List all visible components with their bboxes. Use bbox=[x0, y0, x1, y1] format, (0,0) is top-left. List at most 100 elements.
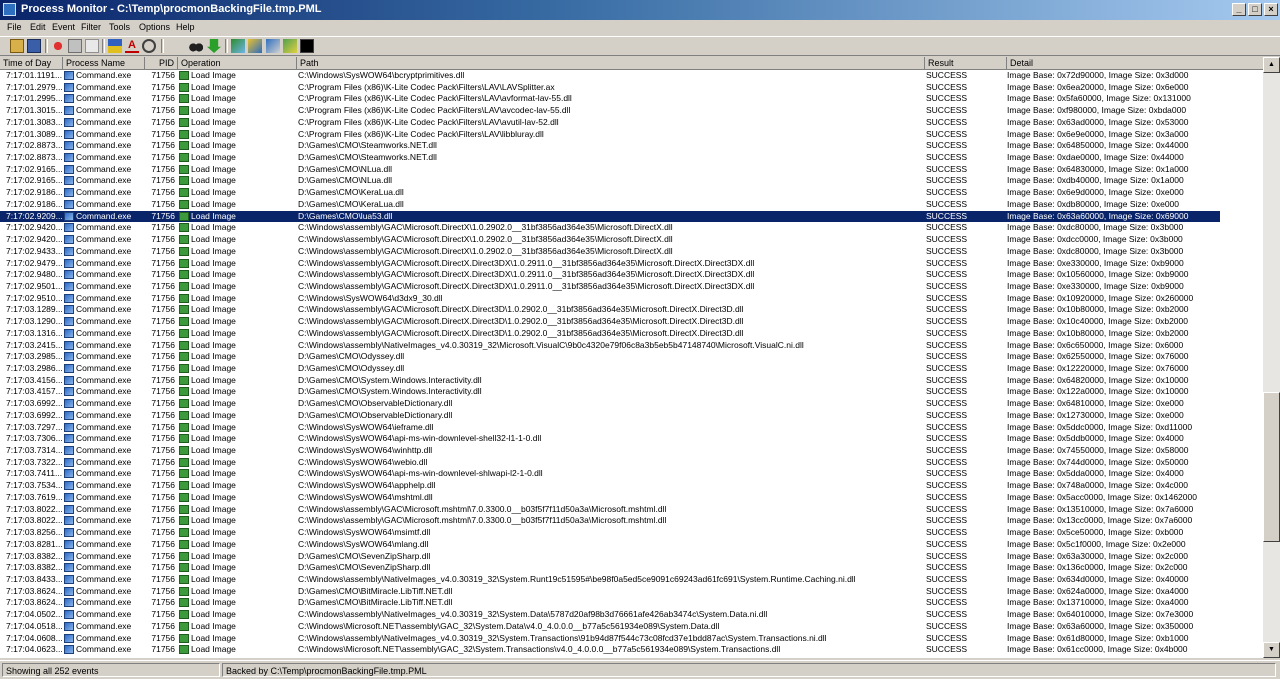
table-row[interactable]: 7:17:02.9209... Command.exe 71756 Load Imag… bbox=[0, 210, 1220, 223]
table-row[interactable]: 7:17:04.0518... Command.exe 71756 Load Imag… bbox=[0, 621, 1220, 633]
col-detail[interactable]: Detail bbox=[1007, 57, 1263, 69]
col-operation[interactable]: Operation bbox=[178, 57, 297, 69]
table-row[interactable]: 7:17:02.9420... Command.exe 71756 Load Imag… bbox=[0, 222, 1220, 234]
scroll-thumb[interactable] bbox=[1263, 392, 1280, 542]
result-cell: SUCCESS bbox=[926, 585, 968, 596]
table-row[interactable]: 7:17:03.8382... Command.exe 71756 Load Imag… bbox=[0, 562, 1220, 574]
table-row[interactable]: 7:17:03.8022... Command.exe 71756 Load Imag… bbox=[0, 504, 1220, 516]
table-row[interactable]: 7:17:03.6992... Command.exe 71756 Load Imag… bbox=[0, 398, 1220, 410]
table-row[interactable]: 7:17:02.9433... Command.exe 71756 Load Imag… bbox=[0, 246, 1220, 258]
scroll-down-icon[interactable]: ▼ bbox=[1263, 642, 1280, 658]
table-row[interactable]: 7:17:03.8624... Command.exe 71756 Load Imag… bbox=[0, 586, 1220, 598]
maximize-button[interactable]: □ bbox=[1248, 3, 1262, 16]
table-row[interactable]: 7:17:03.7306... Command.exe 71756 Load Imag… bbox=[0, 433, 1220, 445]
filesystem-icon[interactable] bbox=[248, 39, 262, 53]
table-row[interactable]: 7:17:02.9165... Command.exe 71756 Load Imag… bbox=[0, 175, 1220, 187]
table-row[interactable]: 7:17:03.7619... Command.exe 71756 Load Imag… bbox=[0, 492, 1220, 504]
table-row[interactable]: 7:17:02.9501... Command.exe 71756 Load Imag… bbox=[0, 281, 1220, 293]
table-row[interactable]: 7:17:03.7322... Command.exe 71756 Load Imag… bbox=[0, 457, 1220, 469]
table-row[interactable]: 7:17:01.3083... Command.exe 71756 Load Imag… bbox=[0, 117, 1220, 129]
pid-cell: 71756 bbox=[151, 316, 175, 327]
autoscroll-icon[interactable] bbox=[68, 39, 82, 53]
col-path[interactable]: Path bbox=[297, 57, 925, 69]
table-row[interactable]: 7:17:03.7411... Command.exe 71756 Load Imag… bbox=[0, 468, 1220, 480]
process-name-cell: Command.exe bbox=[76, 409, 132, 420]
table-row[interactable]: 7:17:01.3089... Command.exe 71756 Load Imag… bbox=[0, 129, 1220, 141]
table-row[interactable]: 7:17:02.9420... Command.exe 71756 Load Imag… bbox=[0, 234, 1220, 246]
capture-icon[interactable] bbox=[51, 39, 65, 53]
table-row[interactable]: 7:17:02.9186... Command.exe 71756 Load Imag… bbox=[0, 187, 1220, 199]
load-image-icon bbox=[179, 246, 189, 256]
menu-filter[interactable]: Filter bbox=[81, 22, 101, 32]
operation-cell: Load Image bbox=[191, 573, 236, 584]
network-icon[interactable] bbox=[266, 39, 280, 53]
vertical-scrollbar[interactable]: ▲ ▼ bbox=[1263, 57, 1280, 658]
highlight-icon[interactable]: A bbox=[125, 39, 139, 53]
table-row[interactable]: 7:17:04.0623... Command.exe 71756 Load Imag… bbox=[0, 644, 1220, 656]
menu-tools[interactable]: Tools bbox=[109, 22, 130, 32]
target-icon[interactable] bbox=[142, 39, 156, 53]
operation-cell: Load Image bbox=[191, 503, 236, 514]
table-row[interactable]: 7:17:03.1290... Command.exe 71756 Load Imag… bbox=[0, 316, 1220, 328]
table-row[interactable]: 7:17:03.8281... Command.exe 71756 Load Imag… bbox=[0, 539, 1220, 551]
table-row[interactable]: 7:17:04.0608... Command.exe 71756 Load Imag… bbox=[0, 633, 1220, 645]
table-row[interactable]: 7:17:03.8624... Command.exe 71756 Load Imag… bbox=[0, 597, 1220, 609]
menu-file[interactable]: File bbox=[7, 22, 22, 32]
table-row[interactable]: 7:17:03.8256... Command.exe 71756 Load Imag… bbox=[0, 527, 1220, 539]
table-row[interactable]: 7:17:03.4156... Command.exe 71756 Load Imag… bbox=[0, 375, 1220, 387]
col-process[interactable]: Process Name bbox=[63, 57, 145, 69]
profiling-icon[interactable] bbox=[300, 39, 314, 53]
load-image-icon bbox=[179, 434, 189, 444]
table-row[interactable]: 7:17:03.8382... Command.exe 71756 Load Imag… bbox=[0, 551, 1220, 563]
table-row[interactable]: 7:17:02.9479... Command.exe 71756 Load Imag… bbox=[0, 258, 1220, 270]
table-row[interactable]: 7:17:03.7534... Command.exe 71756 Load Imag… bbox=[0, 480, 1220, 492]
minimize-button[interactable]: _ bbox=[1232, 3, 1246, 16]
table-row[interactable]: 7:17:02.9165... Command.exe 71756 Load Imag… bbox=[0, 164, 1220, 176]
menu-help[interactable]: Help bbox=[176, 22, 195, 32]
table-row[interactable]: 7:17:03.2986... Command.exe 71756 Load Imag… bbox=[0, 363, 1220, 375]
menu-options[interactable]: Options bbox=[139, 22, 170, 32]
table-row[interactable]: 7:17:03.2415... Command.exe 71756 Load Imag… bbox=[0, 340, 1220, 352]
col-result[interactable]: Result bbox=[925, 57, 1007, 69]
table-row[interactable]: 7:17:03.4157... Command.exe 71756 Load Imag… bbox=[0, 386, 1220, 398]
jump-icon[interactable] bbox=[207, 39, 221, 53]
table-row[interactable]: 7:17:03.7314... Command.exe 71756 Load Imag… bbox=[0, 445, 1220, 457]
table-row[interactable]: 7:17:02.9480... Command.exe 71756 Load Imag… bbox=[0, 269, 1220, 281]
col-pid[interactable]: PID bbox=[145, 57, 178, 69]
table-row[interactable]: 7:17:03.7297... Command.exe 71756 Load Imag… bbox=[0, 422, 1220, 434]
load-image-icon bbox=[179, 352, 189, 362]
table-row[interactable]: 7:17:03.1316... Command.exe 71756 Load Imag… bbox=[0, 328, 1220, 340]
path-cell: C:\Program Files (x86)\K-Lite Codec Pack… bbox=[298, 105, 571, 116]
table-row[interactable]: 7:17:01.1191... Command.exe 71756 Load Imag… bbox=[0, 70, 1220, 82]
menu-edit[interactable]: Edit bbox=[30, 22, 46, 32]
find-icon[interactable] bbox=[189, 39, 203, 53]
time-cell: 7:17:02.9209... bbox=[6, 210, 62, 221]
table-row[interactable]: 7:17:03.8022... Command.exe 71756 Load Imag… bbox=[0, 515, 1220, 527]
close-button[interactable]: × bbox=[1264, 3, 1278, 16]
table-row[interactable]: 7:17:03.1289... Command.exe 71756 Load Imag… bbox=[0, 304, 1220, 316]
result-cell: SUCCESS bbox=[926, 234, 968, 245]
menu-event[interactable]: Event bbox=[52, 22, 75, 32]
table-row[interactable]: 7:17:01.2995... Command.exe 71756 Load Imag… bbox=[0, 93, 1220, 105]
save-icon[interactable] bbox=[27, 39, 41, 53]
col-time[interactable]: Time of Day bbox=[0, 57, 63, 69]
registry-icon[interactable] bbox=[231, 39, 245, 53]
table-row[interactable]: 7:17:03.6992... Command.exe 71756 Load Imag… bbox=[0, 410, 1220, 422]
table-row[interactable]: 7:17:01.3015... Command.exe 71756 Load Imag… bbox=[0, 105, 1220, 117]
clear-icon[interactable] bbox=[85, 39, 99, 53]
table-row[interactable]: 7:17:02.9186... Command.exe 71756 Load Imag… bbox=[0, 199, 1220, 211]
table-row[interactable]: 7:17:04.0502... Command.exe 71756 Load Imag… bbox=[0, 609, 1220, 621]
filter-icon[interactable] bbox=[108, 39, 122, 53]
table-row[interactable]: 7:17:03.8433... Command.exe 71756 Load Imag… bbox=[0, 574, 1220, 586]
table-row[interactable]: 7:17:01.2979... Command.exe 71756 Load Imag… bbox=[0, 82, 1220, 94]
table-row[interactable]: 7:17:02.8873... Command.exe 71756 Load Imag… bbox=[0, 152, 1220, 164]
open-icon[interactable] bbox=[10, 39, 24, 53]
result-cell: SUCCESS bbox=[926, 409, 968, 420]
table-row[interactable]: 7:17:03.2985... Command.exe 71756 Load Imag… bbox=[0, 351, 1220, 363]
table-row[interactable]: 7:17:02.9510... Command.exe 71756 Load Imag… bbox=[0, 293, 1220, 305]
table-row[interactable]: 7:17:02.8873... Command.exe 71756 Load Imag… bbox=[0, 140, 1220, 152]
process-icon[interactable] bbox=[283, 39, 297, 53]
event-list[interactable]: Time of Day Process Name PID Operation P… bbox=[0, 57, 1263, 658]
scroll-up-icon[interactable]: ▲ bbox=[1263, 57, 1280, 73]
pid-cell: 71756 bbox=[151, 257, 175, 268]
